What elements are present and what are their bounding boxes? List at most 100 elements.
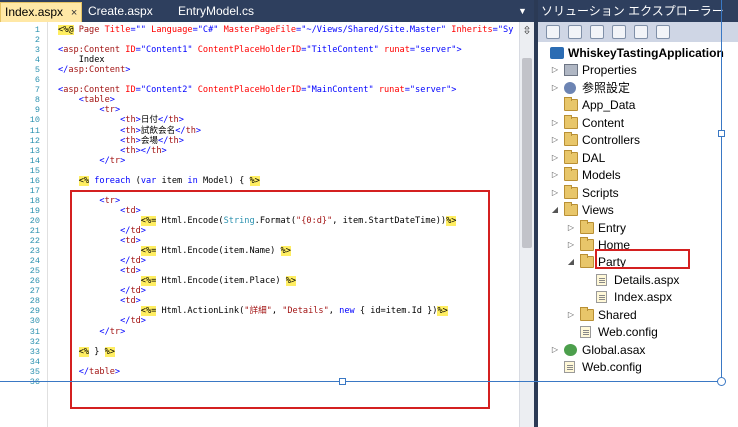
- code-token: 会場: [140, 135, 159, 146]
- code-token: ContentPlaceHolderID: [197, 85, 302, 96]
- collapsed-arrow-icon[interactable]: ▷: [566, 236, 576, 254]
- tree-item[interactable]: WhiskeyTastingApplication: [538, 44, 738, 62]
- code-editor: Index.aspx × Create.aspx EntryModel.cs ▼ …: [0, 0, 534, 427]
- tree-item-label: Properties: [582, 63, 637, 78]
- tab-label: EntryModel.cs: [178, 4, 255, 18]
- code-token: <: [58, 95, 84, 106]
- code-token: ContentPlaceHolderID: [197, 45, 302, 56]
- code-token: 日付: [140, 115, 159, 126]
- collapsed-arrow-icon[interactable]: ▷: [550, 114, 560, 132]
- code-token: th: [125, 125, 136, 136]
- collapsed-arrow-icon[interactable]: ▷: [550, 166, 560, 184]
- tab-index-aspx[interactable]: Index.aspx ×: [0, 2, 82, 22]
- tree-item[interactable]: Web.config: [538, 358, 738, 376]
- code-line: <table>: [58, 95, 115, 105]
- file-icon: [580, 326, 591, 339]
- tree-item[interactable]: ▷ 参照設定: [538, 79, 738, 97]
- tree-item[interactable]: ▷ Models: [538, 166, 738, 184]
- tree-item-label: Content: [582, 115, 625, 130]
- line-number: 33: [29, 346, 40, 357]
- tree-item-label: DAL: [582, 150, 606, 165]
- code-line: <th>会場</th>: [58, 136, 184, 146]
- scrollbar-thumb[interactable]: [522, 58, 532, 248]
- tree-item[interactable]: ▷ Entry: [538, 219, 738, 237]
- solution-explorer-toolbar: [538, 22, 738, 42]
- document-tab-strip: Index.aspx × Create.aspx EntryModel.cs ▼: [0, 0, 534, 22]
- tab-entrymodel-cs[interactable]: EntryModel.cs: [178, 2, 254, 22]
- tab-label: Create.aspx: [88, 4, 153, 18]
- collapsed-arrow-icon[interactable]: ▷: [566, 306, 576, 324]
- selection-guide-horizontal: [0, 381, 722, 382]
- show-all-files-icon[interactable]: [568, 25, 582, 39]
- code-token: ="~/Views/Shared/Site.Master": [296, 25, 452, 35]
- tree-item[interactable]: App_Data: [538, 96, 738, 114]
- tree-item[interactable]: ▷ Content: [538, 114, 738, 132]
- folder-icon: [564, 184, 578, 199]
- code-line: <th>日付</th>: [58, 115, 184, 125]
- code-token: MasterPageFile: [223, 25, 297, 35]
- tree-item[interactable]: ▷ Properties: [538, 61, 738, 79]
- collapsed-arrow-icon[interactable]: ▷: [550, 79, 560, 97]
- code-token: <: [58, 135, 126, 146]
- collapsed-arrow-icon[interactable]: ▷: [550, 149, 560, 167]
- tree-item[interactable]: Web.config: [538, 323, 738, 341]
- solution-explorer: ソリューション エクスプローラー WhiskeyTastingApplicati…: [538, 0, 738, 427]
- code-token: Language: [151, 25, 193, 35]
- collapsed-arrow-icon[interactable]: ▷: [550, 61, 560, 79]
- refresh-icon[interactable]: [590, 25, 604, 39]
- tree-item[interactable]: ▷ Scripts: [538, 184, 738, 202]
- tree-item[interactable]: ▷ Global.asax: [538, 341, 738, 359]
- code-token: ="Content1": [135, 45, 198, 56]
- tab-create-aspx[interactable]: Create.aspx: [88, 2, 153, 22]
- resize-handle-bottom[interactable]: [339, 378, 346, 385]
- code-line: <asp:Content ID="Content1" ContentPlaceH…: [58, 45, 462, 55]
- view-code-icon[interactable]: [612, 25, 626, 39]
- tree-item[interactable]: ▷ Controllers: [538, 131, 738, 149]
- code-token: tr: [104, 105, 115, 116]
- line-number: 32: [29, 336, 40, 347]
- properties-icon[interactable]: [546, 25, 560, 39]
- code-token: %>: [249, 175, 260, 186]
- line-number: 4: [34, 55, 40, 66]
- code-token: </: [58, 155, 110, 166]
- code-line: <% foreach (var item in Model) { %>: [58, 175, 260, 186]
- code-token: tr: [109, 155, 121, 166]
- collapsed-arrow-icon[interactable]: ▷: [550, 341, 560, 359]
- tree-item-label: WhiskeyTastingApplication: [568, 46, 724, 60]
- code-token: item: [156, 175, 188, 186]
- solution-explorer-title: ソリューション エクスプローラー: [538, 0, 738, 22]
- code-token: th: [125, 115, 136, 126]
- code-token: >: [125, 65, 131, 76]
- line-number: 9: [34, 105, 40, 116]
- code-token: </: [158, 115, 169, 126]
- code-token: Inherits: [451, 25, 493, 35]
- tab-overflow-icon[interactable]: ▼: [518, 6, 527, 16]
- tree-item-label: Entry: [598, 220, 627, 235]
- solution-tree: WhiskeyTastingApplication ▷ Properties ▷ 参照設…: [538, 42, 738, 427]
- folder-icon: [580, 236, 594, 251]
- tree-item[interactable]: ▷ Shared: [538, 306, 738, 324]
- view-designer-icon[interactable]: [634, 25, 648, 39]
- vertical-scrollbar[interactable]: ⇳: [519, 22, 534, 427]
- resize-handle-corner[interactable]: [717, 377, 726, 386]
- collapsed-arrow-icon[interactable]: ▷: [566, 219, 576, 237]
- folder-icon: [564, 132, 578, 147]
- tab-label: Index.aspx: [5, 5, 64, 19]
- split-window-icon[interactable]: ⇳: [521, 25, 533, 37]
- expanded-arrow-icon[interactable]: ◢: [566, 253, 576, 271]
- line-number: 7: [34, 85, 40, 96]
- tree-item[interactable]: ▷ DAL: [538, 149, 738, 167]
- code-token: >: [178, 115, 184, 126]
- resize-handle-right[interactable]: [718, 130, 725, 137]
- tree-item[interactable]: ◢ Views: [538, 201, 738, 219]
- expanded-arrow-icon[interactable]: ◢: [550, 201, 560, 219]
- code-line: <tr>: [58, 105, 120, 115]
- code-token: th: [168, 135, 179, 146]
- tree-item[interactable]: Index.aspx: [538, 288, 738, 306]
- tree-item[interactable]: Details.aspx: [538, 271, 738, 289]
- class-diagram-icon[interactable]: [656, 25, 670, 39]
- close-icon[interactable]: ×: [67, 4, 81, 23]
- collapsed-arrow-icon[interactable]: ▷: [550, 131, 560, 149]
- collapsed-arrow-icon[interactable]: ▷: [550, 184, 560, 202]
